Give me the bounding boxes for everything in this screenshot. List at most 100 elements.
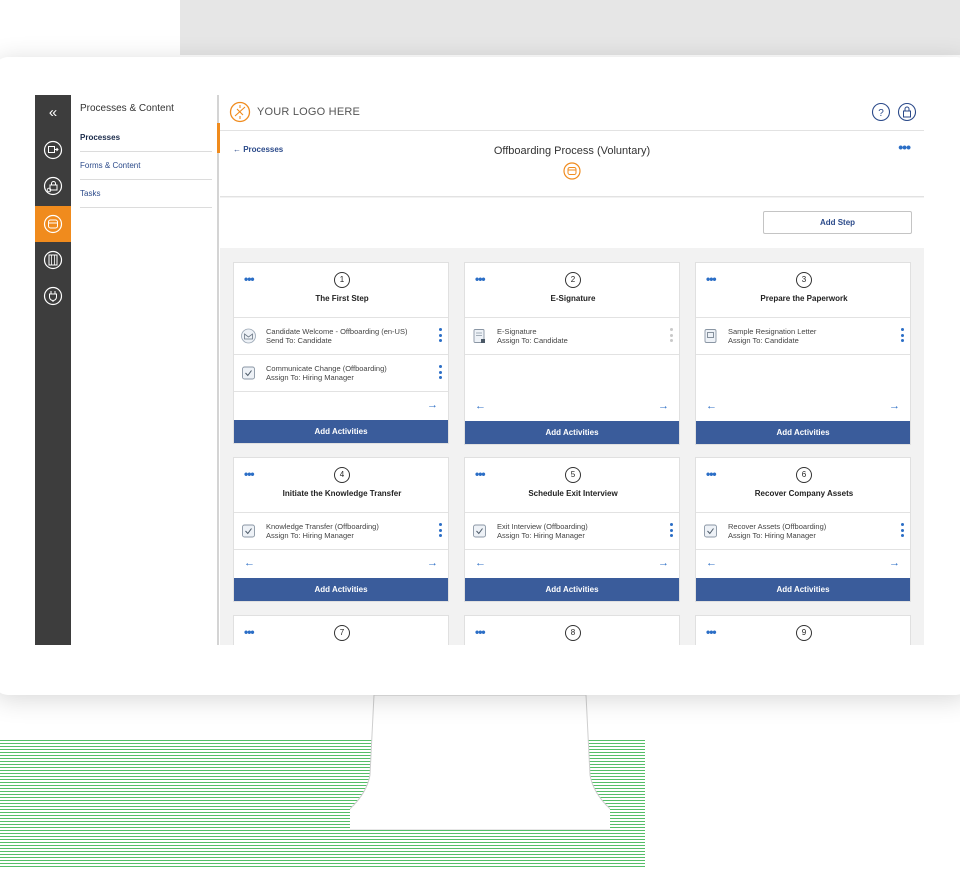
activity-item[interactable]: Recover Assets (Offboarding) Assign To: … (696, 513, 910, 550)
step-header: ••• 8 (465, 616, 679, 645)
step-card-6: ••• 6 Recover Company Assets Recover Ass… (695, 457, 911, 602)
add-activities-button[interactable]: Add Activities (696, 578, 910, 601)
activity-item[interactable]: Candidate Welcome - Offboarding (en-US) … (234, 318, 448, 355)
logo-icon (229, 101, 251, 123)
step-number: 4 (334, 467, 350, 483)
header-actions: ? (871, 102, 917, 122)
add-activities-button[interactable]: Add Activities (234, 578, 448, 601)
add-activities-button[interactable]: Add Activities (465, 421, 679, 444)
step-header: ••• 3 Prepare the Paperwork (696, 263, 910, 318)
forms-lock-icon[interactable] (35, 168, 71, 204)
move-left-arrow-icon[interactable]: ← (706, 557, 717, 569)
signature-doc-icon (473, 329, 485, 343)
activity-menu-icon[interactable] (439, 365, 442, 379)
collapse-icon[interactable]: « (35, 102, 71, 124)
checkbox-icon (242, 366, 255, 380)
step-nav-row: ← → (696, 393, 910, 421)
plug-icon[interactable] (35, 278, 71, 314)
step-card-4: ••• 4 Initiate the Knowledge Transfer Kn… (233, 457, 449, 602)
step-number: 8 (565, 625, 581, 641)
step-more-button[interactable]: ••• (475, 272, 486, 286)
step-more-button[interactable]: ••• (244, 467, 255, 481)
empty-activity-slot (465, 355, 679, 393)
step-more-button[interactable]: ••• (475, 467, 486, 481)
activity-item[interactable]: Sample Resignation Letter Assign To: Can… (696, 318, 910, 355)
add-activities-button[interactable]: Add Activities (696, 421, 910, 444)
step-header: ••• 5 Schedule Exit Interview (465, 458, 679, 513)
move-right-arrow-icon[interactable]: → (658, 557, 669, 569)
move-right-arrow-icon[interactable]: → (658, 400, 669, 412)
activity-menu-icon[interactable] (670, 523, 673, 537)
app-header: YOUR LOGO HERE ? (220, 95, 924, 131)
activity-menu-icon[interactable] (439, 328, 442, 342)
step-title: Initiate the Knowledge Transfer (282, 489, 402, 498)
step-more-button[interactable]: ••• (706, 467, 717, 481)
move-left-arrow-icon[interactable]: ← (706, 400, 717, 412)
move-right-arrow-icon[interactable]: → (427, 399, 438, 411)
lock-icon[interactable] (897, 102, 917, 122)
add-activities-button[interactable]: Add Activities (465, 578, 679, 601)
activity-assignee: Assign To: Candidate (497, 336, 568, 345)
step-card-1: ••• 1 The First Step Candidate Welcome -… (233, 262, 449, 444)
step-header: ••• 1 The First Step (234, 263, 448, 318)
marketing-scene: « Processes & Content Processes Forms & … (0, 0, 960, 869)
step-title: Recover Company Assets (754, 489, 854, 498)
subnav-item-processes[interactable]: Processes (80, 124, 212, 152)
step-number: 9 (796, 625, 812, 641)
move-left-arrow-icon[interactable]: ← (475, 557, 486, 569)
add-step-button[interactable]: Add Step (763, 211, 912, 234)
activity-menu-icon[interactable] (901, 328, 904, 342)
activity-menu-icon[interactable] (439, 523, 442, 537)
activity-item[interactable]: Exit Interview (Offboarding) Assign To: … (465, 513, 679, 550)
step-title: Schedule Exit Interview (528, 489, 618, 498)
main-content: YOUR LOGO HERE ? ← Processes Offboarding… (220, 95, 924, 645)
move-right-arrow-icon[interactable]: → (889, 557, 900, 569)
activity-name: Candidate Welcome - Offboarding (en-US) (266, 327, 408, 336)
secondary-nav: Processes & Content Processes Forms & Co… (71, 95, 219, 645)
activity-assignee: Assign To: Candidate (728, 336, 799, 345)
step-title: Prepare the Paperwork (760, 294, 848, 303)
step-header: ••• 6 Recover Company Assets (696, 458, 910, 513)
step-nav-row: → (234, 392, 448, 420)
activity-assignee: Assign To: Hiring Manager (497, 531, 585, 540)
empty-activity-slot (696, 355, 910, 393)
page-title: Offboarding Process (Voluntary) (493, 145, 651, 157)
process-icon[interactable] (35, 132, 71, 168)
help-icon[interactable]: ? (871, 102, 891, 122)
activity-item[interactable]: Communicate Change (Offboarding) Assign … (234, 355, 448, 392)
move-right-arrow-icon[interactable]: → (889, 400, 900, 412)
checkbox-icon (242, 524, 255, 538)
move-right-arrow-icon[interactable]: → (427, 557, 438, 569)
add-activities-button[interactable]: Add Activities (234, 420, 448, 443)
move-left-arrow-icon[interactable]: ← (475, 400, 486, 412)
activity-name: Sample Resignation Letter (728, 327, 817, 336)
activity-item[interactable]: E-Signature Assign To: Candidate (465, 318, 679, 355)
step-more-button[interactable]: ••• (244, 625, 255, 639)
step-header: ••• 4 Initiate the Knowledge Transfer (234, 458, 448, 513)
subnav-title: Processes & Content (80, 103, 174, 114)
subnav-item-forms-content[interactable]: Forms & Content (80, 152, 212, 180)
activity-menu-icon[interactable] (670, 328, 673, 342)
subnav-item-tasks[interactable]: Tasks (80, 180, 212, 208)
step-card-5: ••• 5 Schedule Exit Interview Exit Inter… (464, 457, 680, 602)
offboarding-icon[interactable] (35, 206, 76, 242)
step-more-button[interactable]: ••• (244, 272, 255, 286)
step-number: 3 (796, 272, 812, 288)
step-title: The First Step (315, 294, 369, 303)
activity-menu-icon[interactable] (901, 523, 904, 537)
document-icon (704, 329, 717, 343)
process-more-button[interactable]: ••• (898, 139, 911, 155)
move-left-arrow-icon[interactable]: ← (244, 557, 255, 569)
help-glyph: ? (878, 108, 884, 119)
action-bar: Add Step (220, 198, 924, 248)
checkbox-icon (473, 524, 486, 538)
icon-rail: « (35, 95, 76, 645)
step-card-3: ••• 3 Prepare the Paperwork Sample Resig… (695, 262, 911, 445)
step-more-button[interactable]: ••• (706, 625, 717, 639)
checkbox-icon (704, 524, 717, 538)
building-icon[interactable] (35, 242, 71, 278)
step-more-button[interactable]: ••• (706, 272, 717, 286)
step-more-button[interactable]: ••• (475, 625, 486, 639)
activity-item[interactable]: Knowledge Transfer (Offboarding) Assign … (234, 513, 448, 550)
step-number: 1 (334, 272, 350, 288)
